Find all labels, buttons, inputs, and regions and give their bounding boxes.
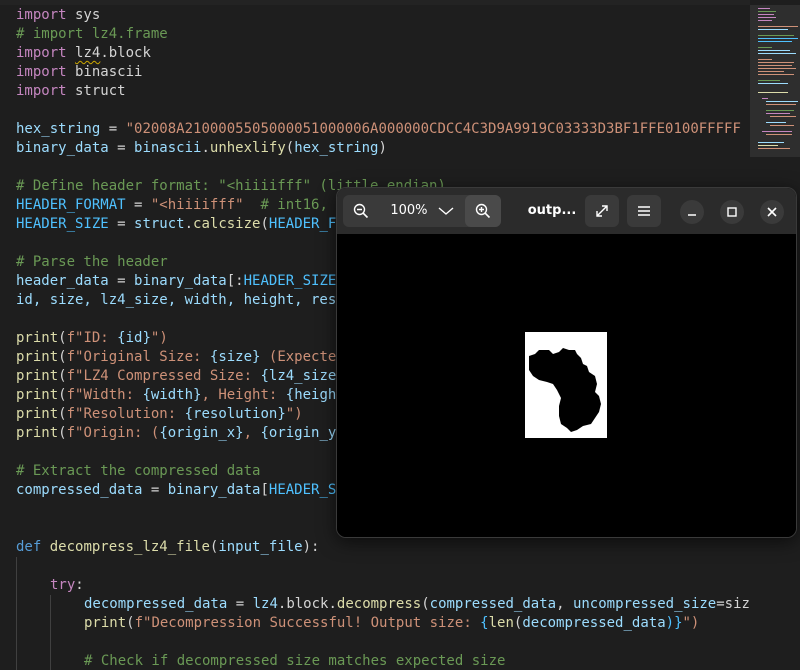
minimap-line <box>758 47 772 48</box>
zoom-out-icon <box>353 203 369 219</box>
image-viewer-window[interactable]: 100% outp... <box>336 187 797 538</box>
minimap-line <box>758 53 796 54</box>
minimap-line <box>758 8 770 9</box>
code-line-29: def decompress_lz4_file(input_file): <box>16 539 320 555</box>
minimap-line <box>758 26 798 27</box>
close-icon <box>767 207 777 217</box>
minimap-line <box>758 145 778 146</box>
code-line-23: print(f"Origin: ({origin_x}, {origin_y <box>16 425 337 441</box>
code-line-16: id, size, lz4_size, width, height, res <box>16 292 337 308</box>
minimap-line <box>758 142 784 143</box>
zoom-level-dropdown[interactable]: 100% <box>381 195 463 227</box>
minimap-line <box>766 113 790 114</box>
minimize-button[interactable] <box>680 200 704 224</box>
zoom-in-icon <box>475 203 491 219</box>
code-line-4: import binascii <box>16 64 143 80</box>
code-line-21: print(f"Width: {width}, Height: {heigh <box>16 387 337 403</box>
minimap-line <box>758 68 796 69</box>
minimap-line <box>758 41 792 42</box>
displayed-image <box>525 332 607 438</box>
zoom-control: 100% <box>343 195 501 227</box>
minimap-line <box>766 122 786 123</box>
code-line-32: decompressed_data = lz4.block.decompress… <box>84 596 750 612</box>
code-line-1: import sys <box>16 7 101 23</box>
code-line-11: HEADER_FORMAT = "<hiiiifff" # int16, <box>16 197 328 213</box>
minimap-line <box>758 11 776 12</box>
zoom-out-button[interactable] <box>343 195 379 227</box>
code-line-33: print(f"Decompression Successful! Output… <box>84 615 700 631</box>
minimap-line <box>758 80 780 81</box>
maximize-button[interactable] <box>720 200 744 224</box>
code-line-25: # Extract the compressed data <box>16 463 261 479</box>
window-title: outp... <box>527 203 577 218</box>
minimap-line <box>762 131 792 132</box>
fullscreen-icon <box>596 205 608 217</box>
minimap-line <box>770 116 796 117</box>
hamburger-menu-icon <box>638 206 650 216</box>
code-line-7: hex_string = "02008A21000055050000510000… <box>16 121 741 137</box>
chevron-down-icon <box>438 206 454 215</box>
code-line-22: print(f"Resolution: {resolution}") <box>16 406 303 422</box>
minimap-line <box>758 38 798 39</box>
minimap-line <box>762 98 768 99</box>
code-line-18: print(f"ID: {id}") <box>16 330 168 346</box>
minimap-line <box>758 20 772 21</box>
zoom-in-button[interactable] <box>465 195 501 227</box>
code-line-12: HEADER_SIZE = struct.calcsize(HEADER_F <box>16 216 337 232</box>
code-line-35: # Check if decompressed size matches exp… <box>84 653 506 669</box>
minimap-line <box>758 74 794 75</box>
code-line-26: compressed_data = binary_data[HEADER_S <box>16 482 337 498</box>
minimize-icon <box>688 214 696 216</box>
main-menu-button[interactable] <box>627 195 661 227</box>
minimap-line <box>758 29 788 30</box>
indent-guide <box>16 557 17 670</box>
maximize-icon <box>727 207 737 217</box>
code-line-14: # Parse the header <box>16 254 168 270</box>
code-line-31: try: <box>50 577 84 593</box>
minimap-line <box>766 110 794 111</box>
minimap-line <box>770 125 794 126</box>
code-line-19: print(f"Original Size: {size} (Expecte <box>16 349 337 365</box>
minimap-line <box>758 14 774 15</box>
minimap-line <box>758 148 790 149</box>
minimap-line <box>758 35 794 36</box>
minimap-line <box>758 65 792 66</box>
image-canvas[interactable] <box>337 234 796 537</box>
code-line-2: # import lz4.frame <box>16 26 168 42</box>
code-line-5: import struct <box>16 83 126 99</box>
minimap-line <box>766 104 796 105</box>
minimap-line <box>766 134 792 135</box>
code-line-8: binary_data = binascii.unhexlify(hex_str… <box>16 140 387 156</box>
minimap-line <box>758 62 794 63</box>
fullscreen-button[interactable] <box>585 195 619 227</box>
minimap-line <box>758 92 788 93</box>
zoom-level-label: 100% <box>390 203 428 218</box>
code-line-20: print(f"LZ4 Compressed Size: {lz4_size <box>16 368 337 384</box>
editor-tab-strip <box>0 0 750 5</box>
viewer-headerbar: 100% outp... <box>337 188 796 234</box>
close-button[interactable] <box>760 200 784 224</box>
minimap-line <box>766 101 798 102</box>
minimap-line <box>758 17 776 18</box>
minimap-line <box>758 83 788 84</box>
code-line-15: header_data = binary_data[:HEADER_SIZE <box>16 273 337 289</box>
map-shape-image <box>529 348 601 432</box>
indent-guide <box>50 595 51 670</box>
minimap-line <box>758 59 772 60</box>
minimap-line <box>758 50 790 51</box>
minimap-line <box>758 71 784 72</box>
code-line-3: import lz4.block <box>16 45 151 61</box>
